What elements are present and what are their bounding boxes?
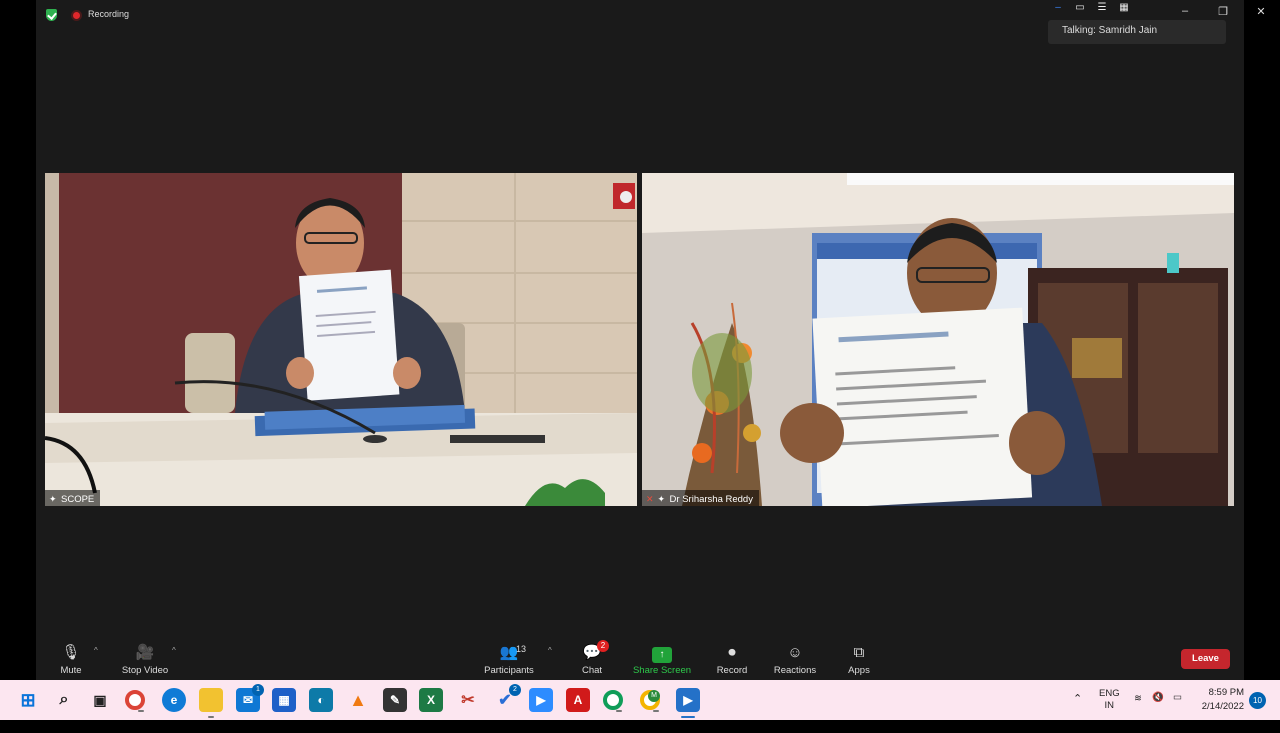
- gallery-view-icon[interactable]: ▦: [1118, 2, 1130, 14]
- left-border: [0, 0, 36, 680]
- recording-label: Recording: [88, 9, 130, 19]
- video-tile-sriharsha[interactable]: ✕ ✦ Dr Sriharsha Reddy: [642, 173, 1234, 506]
- security-shield-icon[interactable]: [46, 9, 57, 21]
- vlc-icon[interactable]: ▲: [346, 688, 370, 712]
- participants-button[interactable]: 👥 13 Participants: [474, 636, 544, 680]
- participant-name-tag: ✕ ✦ Dr Sriharsha Reddy: [642, 490, 759, 506]
- tray-overflow-icon[interactable]: ⌃: [1073, 692, 1082, 732]
- participants-count: 13: [516, 644, 527, 654]
- notifications-badge[interactable]: 10: [1249, 692, 1266, 709]
- excel-icon[interactable]: X: [419, 688, 443, 712]
- search-icon[interactable]: ⌕: [52, 688, 76, 712]
- participant-name: Dr Sriharsha Reddy: [669, 493, 753, 505]
- minimize-view-icon[interactable]: –: [1052, 2, 1064, 14]
- windows-taskbar: ⊞ ⌕ ▣ e ✉ 1 ▦ ◐ ▲ ✎ X ✂ ✔ 2 ▶ A M ▶ ⌃ ENG …: [0, 680, 1280, 720]
- view-options: – ▭ ☰ ▦: [1052, 2, 1130, 14]
- zoom-icon[interactable]: ▶: [529, 688, 553, 712]
- video-tile-scope[interactable]: ✦ SCOPE: [45, 173, 637, 506]
- sriharsha-video-feed: [642, 173, 1234, 506]
- share-screen-button[interactable]: ↑ Share Screen: [627, 636, 697, 680]
- leave-button[interactable]: Leave: [1181, 649, 1230, 669]
- app-icon[interactable]: ◐: [309, 688, 333, 712]
- video-camera-icon: 🎥: [135, 644, 155, 661]
- side-by-side-view-icon[interactable]: ☰: [1096, 2, 1108, 14]
- language-indicator[interactable]: ENG IN: [1099, 688, 1120, 728]
- task-view-icon[interactable]: ▣: [88, 688, 112, 712]
- participants-icon: 👥: [499, 644, 519, 661]
- acrobat-icon[interactable]: A: [566, 688, 590, 712]
- start-windows-icon[interactable]: ⊞: [16, 688, 40, 712]
- chat-button[interactable]: 💬 2 Chat: [557, 636, 627, 680]
- reactions-button[interactable]: ☺ Reactions: [760, 636, 830, 680]
- talking-indicator: Talking: Samridh Jain: [1048, 20, 1226, 44]
- battery-icon[interactable]: ▭: [1173, 692, 1182, 732]
- recording-icon: [71, 10, 82, 21]
- stop-video-button[interactable]: 🎥 Stop Video: [110, 636, 180, 680]
- reactions-icon: ☺: [787, 644, 803, 661]
- scope-video-feed: [45, 173, 637, 506]
- chat-badge: 2: [597, 640, 609, 652]
- meeting-toolbar: 🎙 Mute ^ 🎥 Stop Video ^ 👥 13 Participant…: [36, 636, 1244, 680]
- mute-button[interactable]: 🎙 Mute: [36, 636, 106, 680]
- apps-icon: ⧉: [853, 644, 865, 661]
- volume-muted-icon[interactable]: 🔇: [1152, 692, 1164, 732]
- apps-button[interactable]: ⧉ Apps: [824, 636, 894, 680]
- participant-name-tag: ✦ SCOPE: [45, 490, 101, 506]
- right-border: [1244, 0, 1280, 680]
- speaker-view-icon[interactable]: ▭: [1074, 2, 1086, 14]
- store-icon[interactable]: ▦: [272, 688, 296, 712]
- file-explorer-icon[interactable]: [199, 688, 223, 718]
- window-controls: – ❐ ✕: [1166, 0, 1280, 22]
- close-button[interactable]: ✕: [1242, 0, 1280, 22]
- chat-icon: 💬: [582, 644, 602, 661]
- zoom-meeting-icon[interactable]: ▶: [676, 688, 700, 718]
- edge-icon[interactable]: e: [162, 688, 186, 712]
- mail-icon[interactable]: ✉ 1: [236, 684, 264, 712]
- pin-icon: ✦: [657, 494, 666, 504]
- minimize-button[interactable]: –: [1166, 0, 1204, 22]
- clock[interactable]: 8:59 PM 2/14/2022: [1202, 686, 1244, 714]
- zoom-window: Recording – ▭ ☰ ▦ – ❐ ✕ Talking: Samridh…: [0, 0, 1280, 680]
- pin-icon: ✦: [49, 494, 57, 504]
- record-icon: ⏺: [728, 644, 736, 661]
- muted-mic-icon: ✕: [646, 493, 654, 504]
- participants-options-caret-icon[interactable]: ^: [548, 646, 552, 655]
- snipping-icon[interactable]: ✂: [456, 688, 480, 712]
- video-options-caret-icon[interactable]: ^: [172, 646, 176, 655]
- participant-name: SCOPE: [61, 493, 95, 505]
- record-button[interactable]: ⏺ Record: [697, 636, 767, 680]
- share-screen-icon: ↑: [627, 642, 697, 664]
- chrome-icon[interactable]: [125, 690, 145, 712]
- audio-options-caret-icon[interactable]: ^: [94, 646, 98, 655]
- wifi-icon[interactable]: ≋: [1134, 693, 1142, 733]
- restore-button[interactable]: ❐: [1204, 0, 1242, 22]
- todo-icon[interactable]: ✔ 2: [493, 684, 521, 712]
- chrome-profile-m-icon[interactable]: M: [640, 690, 660, 712]
- notepad-icon[interactable]: ✎: [383, 688, 407, 712]
- chrome-profile-icon[interactable]: [603, 690, 623, 712]
